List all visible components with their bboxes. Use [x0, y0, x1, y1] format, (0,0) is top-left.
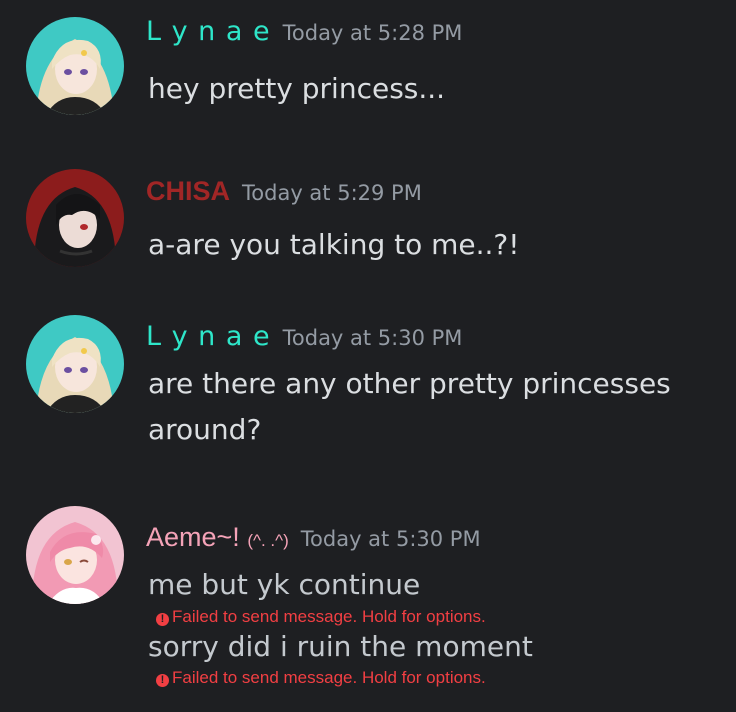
message-content: a-are you talking to me..?! [148, 222, 718, 268]
message-line: a-are you talking to me..?! [148, 228, 520, 261]
author-name-suffix: (^. .^) [247, 531, 289, 550]
user-avatar[interactable] [26, 17, 124, 115]
lynae-avatar-image [26, 17, 124, 115]
message-timestamp: Today at 5:28 PM [282, 21, 463, 45]
user-avatar[interactable] [26, 506, 124, 604]
message-timestamp: Today at 5:29 PM [242, 181, 422, 205]
message-content: sorry did i ruin the moment [148, 624, 718, 670]
message-timestamp: Today at 5:30 PM [282, 326, 463, 350]
message-line: are there any other pretty princesses [148, 367, 671, 400]
message-line: sorry did i ruin the moment [148, 630, 533, 663]
message-line: around? [148, 413, 262, 446]
failed-send-text: Failed to send message. Hold for options… [172, 668, 486, 687]
user-avatar[interactable] [26, 315, 124, 413]
author-name[interactable]: Aeme~! [146, 522, 247, 552]
message-line: hey pretty princess... [148, 72, 446, 105]
author-name[interactable]: L y n a e [146, 321, 271, 352]
message-content: are there any other pretty princesses ar… [148, 361, 718, 453]
error-icon: ! [156, 674, 169, 687]
aeme-avatar-image [26, 506, 124, 604]
author-name[interactable]: L y n a e [146, 16, 271, 47]
message-content: me but yk continue [148, 562, 718, 608]
message-line: me but yk continue [148, 568, 421, 601]
message-timestamp: Today at 5:30 PM [300, 527, 481, 551]
user-avatar[interactable] [26, 169, 124, 267]
failed-send-notice[interactable]: ! Failed to send message. Hold for option… [156, 668, 486, 688]
author-name[interactable]: CHISA [146, 176, 230, 206]
lynae-avatar-image [26, 315, 124, 413]
chisa-avatar-image [26, 169, 124, 267]
message-content: hey pretty princess... [148, 66, 718, 112]
